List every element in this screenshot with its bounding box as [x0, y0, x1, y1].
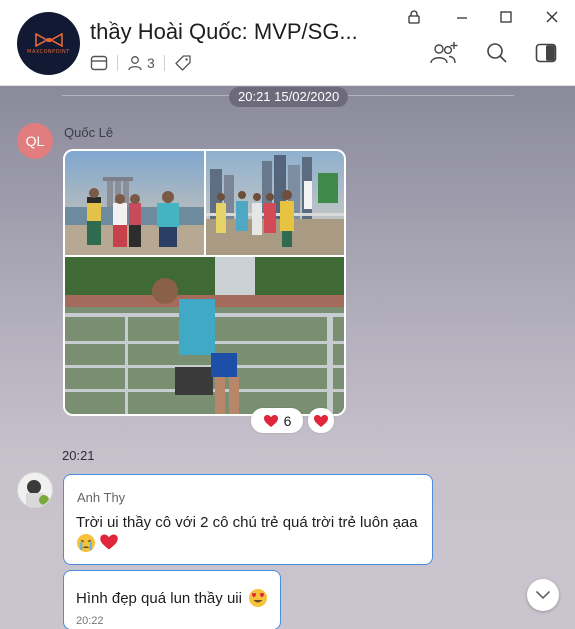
- add-heart-reaction-button[interactable]: [308, 408, 334, 433]
- member-count: 3: [147, 55, 155, 71]
- message-text-row: Hình đẹp quá lun thầy uii: [76, 588, 268, 608]
- sender-avatar[interactable]: QL: [17, 123, 53, 159]
- date-separator: 20:21 15/02/2020: [229, 87, 349, 107]
- meta-divider: [163, 55, 165, 71]
- message-time: 20:21: [62, 448, 95, 463]
- minimize-button[interactable]: [451, 8, 473, 26]
- media-library-button[interactable]: [90, 55, 108, 71]
- media-card-icon: [90, 55, 108, 71]
- tag-button[interactable]: [174, 54, 192, 72]
- heart-icon: [314, 414, 328, 427]
- heart-icon: [100, 534, 118, 550]
- conversation-meta: 3: [90, 53, 192, 73]
- reaction-heart-count[interactable]: 6: [251, 408, 303, 433]
- message-list[interactable]: 20:21 15/02/2020 QL Quốc Lê 6 20:21 Anh …: [0, 86, 575, 629]
- person-icon: [128, 56, 142, 71]
- meta-divider: [117, 55, 118, 71]
- add-member-button[interactable]: [429, 38, 459, 68]
- message-text: Hình đẹp quá lun thầy uii: [76, 589, 242, 607]
- message-bubble[interactable]: Hình đẹp quá lun thầy uii 20:22: [63, 570, 281, 629]
- sender-avatar[interactable]: [17, 472, 53, 508]
- group-avatar[interactable]: MAXCONPOINT: [17, 12, 80, 75]
- members-button[interactable]: 3: [127, 55, 155, 71]
- message-time: 20:22: [76, 615, 104, 627]
- lock-window-button[interactable]: [403, 8, 425, 26]
- add-member-icon: [430, 42, 458, 64]
- search-button[interactable]: [482, 38, 512, 68]
- crying-face-icon: [77, 534, 95, 552]
- close-icon: [546, 11, 558, 23]
- photo-group-marina-bay[interactable]: [65, 151, 204, 255]
- sidebar-panel-icon: [535, 43, 557, 63]
- bowtie-logo-icon: [34, 32, 63, 47]
- photo-group-merlion-park[interactable]: [206, 151, 344, 255]
- sender-name: Quốc Lê: [64, 125, 114, 140]
- search-icon: [487, 43, 507, 63]
- heart-icon: [263, 414, 278, 427]
- photo-man-at-railing[interactable]: [65, 257, 344, 414]
- group-avatar-brand: MAXCONPOINT: [27, 48, 70, 55]
- conversation-header: MAXCONPOINT thầy Hoài Quốc: MVP/SG... 3: [0, 0, 575, 86]
- message-emojis: [76, 533, 119, 553]
- photo-album-message[interactable]: [63, 149, 346, 416]
- minimize-icon: [457, 17, 467, 19]
- maximize-button[interactable]: [495, 8, 517, 26]
- chevron-down-icon: [535, 590, 551, 600]
- tag-icon: [175, 55, 191, 71]
- reaction-count: 6: [283, 412, 292, 429]
- message-bubble[interactable]: Anh Thy Trời ui thầy cô với 2 cô chú trẻ…: [63, 474, 433, 565]
- conversation-title: thầy Hoài Quốc: MVP/SG...: [90, 19, 358, 44]
- close-button[interactable]: [541, 8, 563, 26]
- scroll-to-bottom-button[interactable]: [527, 579, 559, 611]
- message-text: Trời ui thầy cô với 2 cô chú trẻ quá trờ…: [76, 514, 418, 531]
- lock-icon: [408, 10, 420, 24]
- maximize-icon: [500, 11, 512, 23]
- sender-name: Anh Thy: [77, 490, 126, 505]
- heart-eyes-face-icon: [248, 589, 267, 607]
- toggle-sidebar-button[interactable]: [531, 38, 561, 68]
